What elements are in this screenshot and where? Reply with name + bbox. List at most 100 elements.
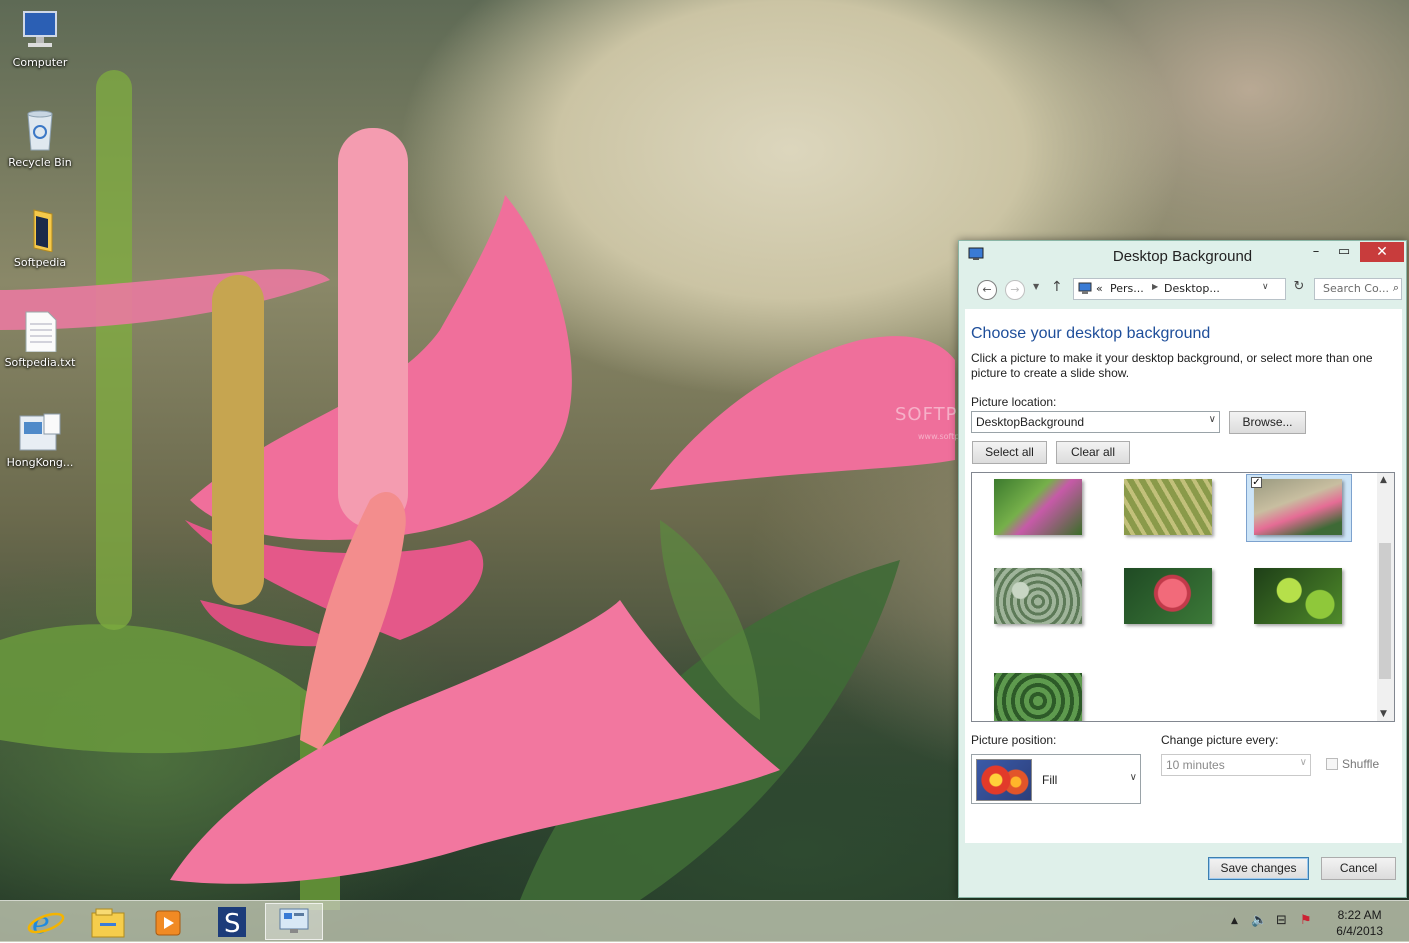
clock-date: 6/4/2013 [1336, 924, 1383, 938]
picture-location-value: DesktopBackground [976, 415, 1085, 429]
shortcut-icon [19, 413, 61, 451]
taskbar-control-panel[interactable] [265, 903, 323, 940]
desktop-icon-hongkong[interactable]: HongKong... [0, 410, 80, 469]
taskbar-media-player[interactable] [142, 903, 194, 940]
browse-button[interactable]: Browse... [1229, 411, 1306, 434]
content-pane: Choose your desktop background Click a p… [965, 309, 1402, 843]
page-description: Click a picture to make it your desktop … [971, 351, 1373, 380]
desktop-icon-label: Softpedia [13, 256, 67, 269]
thumb-palm-leaf[interactable] [1124, 479, 1212, 535]
taskbar-file-explorer[interactable] [82, 903, 134, 940]
action-center-flag-icon: ⚑ [1300, 913, 1312, 928]
picture-position-dropdown[interactable]: Fill ∨ [971, 754, 1141, 804]
save-changes-button[interactable]: Save changes [1208, 857, 1309, 880]
up-arrow-icon: ↑ [1051, 279, 1063, 295]
search-icon: ⌕ [1392, 281, 1399, 294]
cancel-button[interactable]: Cancel [1321, 857, 1396, 880]
thumb-ground-plants[interactable] [994, 673, 1082, 721]
taskbar: e S ▲ 🔈 ⊟ ⚑ 8:22 AM 6/4/2013 [0, 900, 1409, 942]
close-button[interactable]: ✕ [1360, 242, 1404, 262]
breadcrumb-separator-icon: ▶ [1152, 282, 1159, 291]
clock[interactable]: 8:22 AM 6/4/2013 [1336, 907, 1383, 939]
breadcrumb-personalization[interactable]: Pers... [1110, 282, 1144, 295]
shuffle-checkbox[interactable] [1326, 758, 1338, 770]
refresh-button[interactable]: ↻ [1289, 279, 1309, 301]
recent-locations-dropdown[interactable]: ▼ [1033, 282, 1039, 291]
speaker-icon: 🔈 [1251, 913, 1268, 928]
computer-icon [23, 11, 57, 47]
maximize-button[interactable]: ▭ [1330, 242, 1358, 262]
picture-position-label: Picture position: [971, 733, 1057, 747]
back-arrow-icon: ← [982, 283, 992, 296]
up-button[interactable]: ↑ [1051, 279, 1063, 295]
desktop-icon-recycle-bin[interactable]: Recycle Bin [0, 108, 80, 169]
desktop-icon-label: HongKong... [6, 456, 74, 469]
scroll-down-icon[interactable]: ▼ [1380, 709, 1387, 719]
back-button[interactable]: ← [977, 280, 997, 300]
forward-button[interactable]: → [1005, 280, 1025, 300]
scroll-up-icon[interactable]: ▲ [1380, 475, 1387, 485]
scrollbar-thumb[interactable] [1379, 543, 1391, 679]
text-file-icon [25, 311, 57, 352]
gallery-scrollbar[interactable]: ▲ ▼ [1377, 473, 1394, 721]
thumb-flowers-purple[interactable] [994, 479, 1082, 535]
breadcrumb-desktop-background[interactable]: Desktop... [1164, 282, 1220, 295]
page-title: Choose your desktop background [971, 325, 1211, 342]
minimize-icon: – [1312, 244, 1320, 259]
change-picture-value: 10 minutes [1166, 758, 1225, 772]
minimize-button[interactable]: – [1302, 242, 1330, 262]
thumb-green-leaves[interactable] [1254, 568, 1342, 624]
taskbar-softpedia[interactable]: S [206, 903, 258, 940]
softpedia-s-icon: S [218, 907, 246, 939]
network-tray-button[interactable]: ⊟ [1276, 913, 1287, 928]
svg-text:S: S [224, 909, 241, 939]
picture-location-dropdown[interactable]: DesktopBackground ∨ [971, 411, 1220, 433]
select-all-button[interactable]: Select all [972, 441, 1047, 464]
chevron-down-icon: ∨ [1129, 772, 1137, 783]
clear-all-button[interactable]: Clear all [1056, 441, 1130, 464]
volume-tray-button[interactable]: 🔈 [1251, 913, 1267, 928]
desktop-icon-softpedia-folder[interactable]: Softpedia [0, 208, 80, 269]
search-box[interactable]: Search Co... ⌕ [1314, 278, 1402, 300]
folder-icon [33, 209, 53, 252]
chevron-down-icon: ▼ [1033, 282, 1040, 291]
recycle-bin-icon [27, 110, 53, 151]
action-center-tray-button[interactable]: ⚑ [1300, 913, 1312, 928]
picture-location-label: Picture location: [971, 395, 1057, 409]
desktop-icon-label: Computer [12, 56, 68, 69]
thumb-checkbox[interactable]: ✓ [1251, 477, 1262, 488]
svg-text:e: e [32, 906, 50, 940]
internet-explorer-icon: e [27, 906, 65, 941]
desktop-icon-softpedia-txt[interactable]: Softpedia.txt [0, 310, 80, 369]
thumb-succulent[interactable] [994, 568, 1082, 624]
search-placeholder: Search Co... [1323, 282, 1389, 295]
maximize-icon: ▭ [1337, 244, 1351, 259]
desktop-icon-computer[interactable]: Computer [0, 10, 80, 69]
forward-arrow-icon: → [1010, 283, 1020, 296]
close-icon: ✕ [1376, 244, 1388, 260]
show-hidden-icons-button[interactable]: ▲ [1231, 916, 1238, 926]
control-panel-icon [1078, 282, 1092, 294]
checkmark-icon: ✓ [1252, 477, 1261, 488]
address-bar[interactable]: « Pers... ▶ Desktop... ∨ [1073, 278, 1286, 300]
chevron-up-icon: ▲ [1231, 916, 1238, 926]
change-picture-label: Change picture every: [1161, 733, 1279, 747]
file-explorer-icon [91, 908, 125, 938]
taskbar-internet-explorer[interactable]: e [20, 903, 72, 941]
network-icon: ⊟ [1276, 913, 1287, 928]
window-titlebar[interactable]: Desktop Background – ▭ ✕ [959, 241, 1406, 271]
breadcrumb-overflow[interactable]: « [1096, 282, 1103, 295]
clock-time: 8:22 AM [1337, 908, 1382, 922]
picture-position-value: Fill [1042, 773, 1058, 787]
thumb-red-flower[interactable] [1124, 568, 1212, 624]
desktop-icon-label: Softpedia.txt [4, 356, 76, 369]
thumb-pink-anthurium[interactable] [1254, 479, 1342, 535]
picture-gallery: ✓ ▲ ▼ [971, 472, 1395, 722]
change-picture-interval-dropdown[interactable]: 10 minutes ∨ [1161, 754, 1311, 776]
fill-preview-icon [976, 759, 1032, 801]
address-dropdown-icon[interactable]: ∨ [1262, 282, 1269, 292]
chevron-down-icon: ∨ [1208, 414, 1216, 425]
desktop-background-window: Desktop Background – ▭ ✕ ← → ▼ ↑ « Pers.… [958, 240, 1407, 898]
navigation-bar: ← → ▼ ↑ « Pers... ▶ Desktop... ∨ ↻ Searc… [967, 273, 1402, 307]
shuffle-label: Shuffle [1342, 757, 1380, 771]
